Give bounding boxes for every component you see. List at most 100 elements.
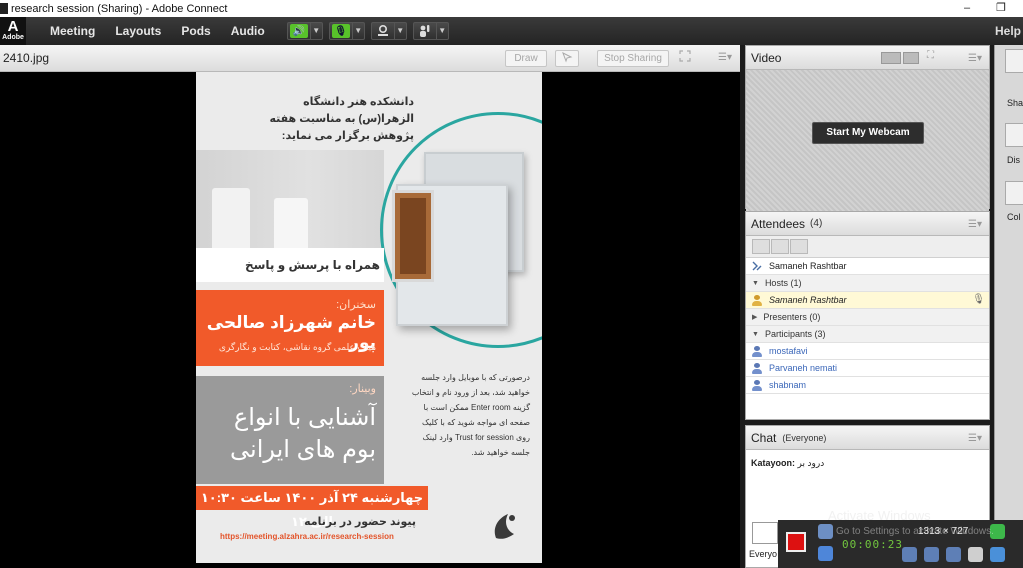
poster-speaker-block: سخنران: خانم شهرزاد صالحی پور هیات علمی … — [196, 290, 384, 366]
webcam-icon — [372, 23, 394, 39]
layout-thumb-discussion[interactable] — [1005, 123, 1023, 147]
group-presenters[interactable]: ▶ Presenters (0) — [746, 309, 989, 326]
chevron-down-icon[interactable]: ▼ — [351, 23, 364, 39]
pod-options-icon[interactable]: ☰▾ — [968, 54, 982, 64]
poster-header: دانشکده هنر دانشگاه الزهرا(س) به مناسبت … — [269, 96, 414, 142]
layout-label-share: Sha — [1007, 98, 1023, 108]
grid-view-icon[interactable] — [881, 52, 901, 64]
attendee-name: mostafavi — [769, 346, 808, 356]
attendee-row[interactable]: Parvaneh nemati — [746, 360, 989, 377]
user-icon — [752, 362, 762, 374]
poster-speaker-role: هیات علمی گروه نقاشی، کتابت و نگارگری — [218, 342, 376, 352]
speaker-toggle-button[interactable]: 🔊 ▼ — [286, 22, 323, 40]
help-menu[interactable]: Help — [995, 17, 1021, 45]
recording-timer: 00:00:23 — [842, 538, 903, 551]
attendee-row[interactable]: mostafavi — [746, 343, 989, 360]
webcam-toggle-button[interactable]: ▼ — [370, 22, 407, 40]
draw-button[interactable]: Draw — [505, 50, 547, 67]
fullscreen-button[interactable] — [676, 50, 694, 67]
chat-pod-title: Chat — [751, 430, 777, 445]
group-hosts[interactable]: ▼ Hosts (1) — [746, 275, 989, 292]
poster-link-label: پیوند حضور در برنامه — [304, 516, 416, 528]
menu-audio[interactable]: Audio — [221, 17, 275, 45]
breakout-view-icon[interactable] — [771, 239, 789, 254]
attendees-pod-header: Attendees (4) ☰▾ — [746, 212, 989, 236]
pointer-icon — [562, 51, 573, 63]
poster-webinar-block: وبینار: آشنایی با انواع بوم های ایرانی — [196, 376, 384, 484]
poster-date: چهارشنبه ۲۴ آذر ۱۴۰۰ ساعت ۱۰:۳۰ الی ۱۲ — [196, 486, 428, 529]
fullscreen-icon — [679, 50, 691, 62]
layout-strip: Sha Dis Col — [994, 45, 1023, 568]
chat-recipient-select[interactable]: Everyo — [749, 549, 777, 559]
expand-arrow-icon[interactable]: ▼ — [752, 280, 759, 287]
menu-pods[interactable]: Pods — [171, 17, 220, 45]
expand-arrow-icon[interactable]: ▼ — [752, 331, 759, 338]
speaker-icon: 🔊 — [289, 24, 308, 38]
microphone-icon[interactable] — [924, 547, 939, 562]
poster-webinar-title: آشنایی با انواع بوم های ایرانی — [230, 404, 376, 463]
fullscreen-icon[interactable]: ⛶ — [927, 50, 934, 61]
expand-arrow-icon[interactable]: ▶ — [752, 313, 757, 321]
attendee-count: (4) — [810, 218, 823, 229]
filmstrip-view-icon[interactable] — [903, 52, 919, 64]
stop-sharing-button[interactable]: Stop Sharing — [597, 50, 669, 67]
activate-windows-subtext: Go to Settings to activate Windows. — [836, 526, 994, 537]
chevron-down-icon[interactable]: ▼ — [435, 23, 448, 39]
poster-instructions: درصورتی که با موبایل وارد جلسه خواهید شد… — [411, 373, 530, 457]
adobe-connect-window: research session (Sharing) - Adobe Conne… — [0, 0, 1023, 568]
shared-poster-image: دانشکده هنر دانشگاه الزهرا(س) به مناسبت … — [196, 72, 542, 563]
microphone-icon: 🎙 — [331, 24, 350, 38]
poster-qa-text: همراه با پرسش و پاسخ — [244, 258, 380, 272]
alzahra-logo-icon — [494, 514, 515, 539]
webcam-icon[interactable] — [946, 547, 961, 562]
chat-input[interactable] — [752, 522, 778, 544]
volume-icon[interactable] — [902, 547, 917, 562]
adobe-logo: A Adobe — [0, 17, 26, 45]
microphone-active-icon: 🎙 — [972, 294, 985, 305]
pointer-button[interactable] — [555, 50, 579, 67]
record-stop-button[interactable] — [786, 532, 806, 552]
video-pod: Video ⛶ ☰▾ Start My Webcam — [745, 45, 990, 222]
video-pod-title: Video — [751, 50, 782, 65]
attendee-row[interactable]: shabnam — [746, 377, 989, 394]
share-pod: 2410.jpg Draw Stop Sharing ☰▾ دانشکده هن… — [0, 45, 740, 568]
start-webcam-button[interactable]: Start My Webcam — [812, 122, 924, 144]
attendee-view-tools — [746, 236, 989, 258]
minimize-button[interactable]: – — [950, 0, 984, 17]
status-view-icon[interactable] — [790, 239, 808, 254]
group-participants[interactable]: ▼ Participants (3) — [746, 326, 989, 343]
camera-icon[interactable] — [818, 524, 833, 539]
menu-bar: A Adobe Meeting Layouts Pods Audio 🔊 ▼ 🎙 … — [0, 17, 1023, 45]
poster-webinar-label: وبینار: — [349, 383, 376, 395]
pen-icon[interactable] — [990, 547, 1005, 562]
menu-layouts[interactable]: Layouts — [105, 17, 171, 45]
attendee-row[interactable]: Samaneh Rashtbar 🎙 — [746, 292, 989, 309]
pod-options-icon[interactable]: ☰▾ — [718, 53, 732, 63]
layout-thumb-collaboration[interactable] — [1005, 181, 1023, 205]
pod-options-icon[interactable]: ☰▾ — [968, 220, 982, 230]
attendees-pod-title: Attendees — [751, 216, 806, 231]
chevron-down-icon[interactable]: ▼ — [393, 23, 406, 39]
chevron-down-icon[interactable]: ▼ — [309, 23, 322, 39]
app-icon — [0, 3, 8, 14]
poster-canvas-frame — [392, 190, 434, 282]
share-pod-header: 2410.jpg Draw Stop Sharing ☰▾ — [0, 45, 740, 72]
my-name: Samaneh Rashtbar — [769, 261, 847, 271]
cursor-icon[interactable] — [968, 547, 983, 562]
restore-button[interactable]: ❐ — [984, 0, 1018, 17]
chat-sender: Katayoon: — [751, 458, 796, 468]
poster-url: https://meeting.alzahra.ac.ir/research-s… — [220, 532, 394, 541]
pause-icon[interactable] — [818, 546, 833, 561]
host-user-icon — [752, 294, 762, 306]
microphone-toggle-button[interactable]: 🎙 ▼ — [328, 22, 365, 40]
raise-hand-button[interactable]: ▼ — [412, 22, 449, 40]
chat-scope: (Everyone) — [782, 432, 827, 443]
video-area: Start My Webcam — [746, 70, 989, 222]
menu-meeting[interactable]: Meeting — [40, 17, 105, 45]
my-status-row[interactable]: Samaneh Rashtbar — [746, 258, 989, 275]
list-view-icon[interactable] — [752, 239, 770, 254]
layout-label-collaboration: Col — [1007, 212, 1021, 222]
pod-options-icon[interactable]: ☰▾ — [968, 434, 982, 444]
video-pod-header: Video ⛶ ☰▾ — [746, 46, 989, 70]
layout-thumb-share[interactable] — [1005, 49, 1023, 73]
